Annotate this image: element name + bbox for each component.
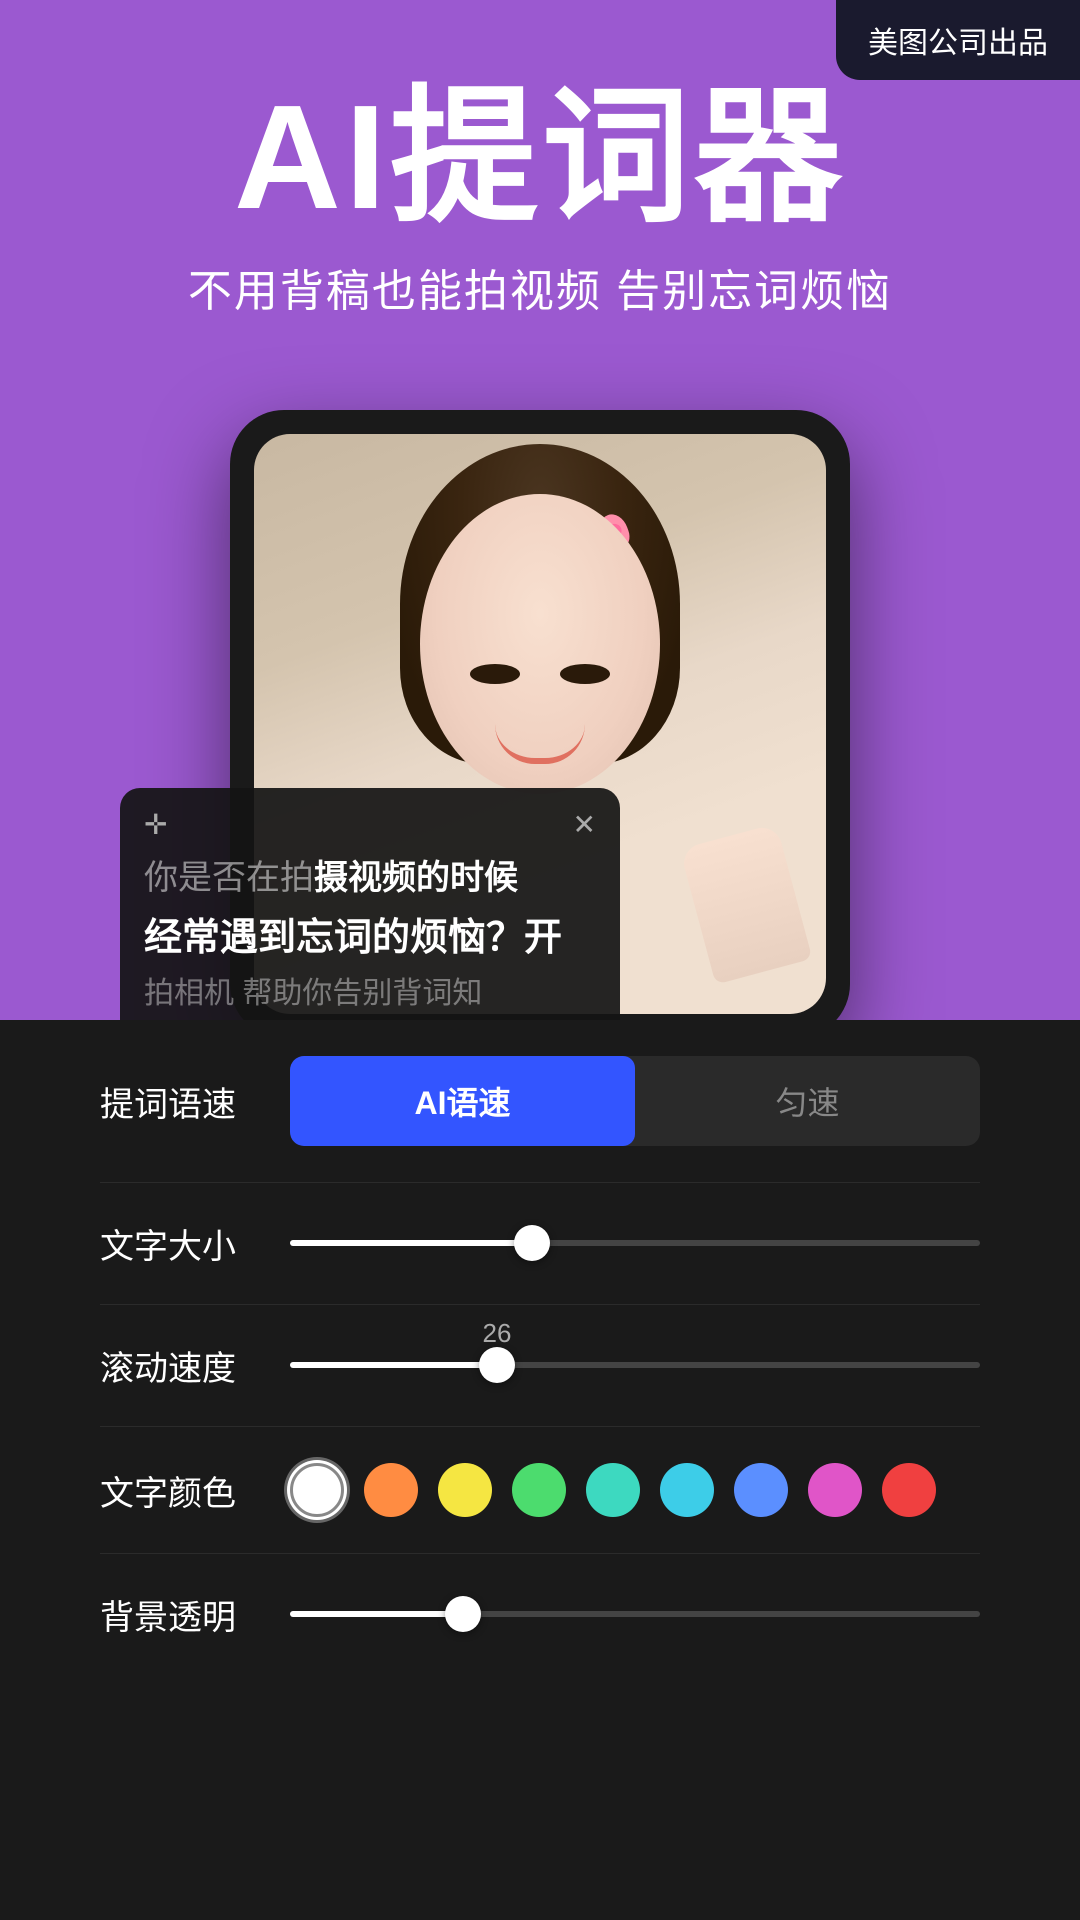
person-face [420,494,660,794]
eye-left [470,664,520,684]
close-icon[interactable]: ✕ [573,808,596,841]
hero-subtitle: 不用背稿也能拍视频 告别忘词烦恼 [40,255,1040,319]
bg-opacity-setting-row: 背景透明 [100,1554,980,1675]
bg-opacity-label: 背景透明 [100,1590,260,1639]
scroll-speed-slider[interactable]: 26 [290,1362,980,1370]
font-size-slider[interactable] [290,1240,980,1248]
color-swatch-white[interactable] [290,1463,344,1517]
brand-badge: 美图公司出品 [836,0,1080,80]
speed-uniform-button[interactable]: 匀速 [635,1056,980,1146]
color-swatch-cyan[interactable] [660,1463,714,1517]
text-color-label: 文字颜色 [100,1466,260,1515]
color-swatch-pink[interactable] [808,1463,862,1517]
slider-track [290,1240,980,1246]
text-highlight: 摄视频的时候 [314,859,518,897]
phone-device: ✛ ✕ 你是否在拍摄视频的时候 经常遇到忘词的烦恼？开 拍相机 帮助你告别背词知… [230,410,850,1038]
speed-toggle[interactable]: AI语速 匀速 [290,1056,980,1146]
color-swatch-green[interactable] [512,1463,566,1517]
smile [495,724,585,764]
eye-right [560,664,610,684]
scroll-slider-track [290,1362,980,1368]
teleprompter-text-line1: 你是否在拍摄视频的时候 [144,853,596,904]
bg-opacity-track [290,1611,980,1617]
speed-setting-row: 提词语速 AI语速 匀速 [100,1020,980,1183]
text-color-setting-row: 文字颜色 [100,1427,980,1554]
color-swatch-red[interactable] [882,1463,936,1517]
bg-opacity-slider[interactable] [290,1611,980,1619]
scroll-speed-setting-row: 滚动速度 26 [100,1305,980,1427]
slider-fill [290,1240,532,1246]
phone-mockup: ✛ ✕ 你是否在拍摄视频的时候 经常遇到忘词的烦恼？开 拍相机 帮助你告别背词知… [230,410,850,1038]
color-swatch-yellow[interactable] [438,1463,492,1517]
font-size-setting-row: 文字大小 [100,1183,980,1305]
slider-thumb[interactable] [514,1225,550,1261]
color-swatches [290,1463,980,1517]
panel-header: ✛ ✕ [144,808,596,841]
bg-opacity-thumb[interactable] [445,1596,481,1632]
bg-opacity-fill [290,1611,463,1617]
teleprompter-text-line2: 经常遇到忘词的烦恼？开 [144,912,596,965]
scroll-speed-label: 滚动速度 [100,1341,260,1390]
color-swatch-teal[interactable] [586,1463,640,1517]
scroll-slider-thumb[interactable] [479,1347,515,1383]
hero-title: AI提词器 [40,80,1040,235]
teleprompter-text-line3: 拍相机 帮助你告别背词知 [144,973,596,1015]
speed-label: 提词语速 [100,1077,260,1126]
color-swatch-blue[interactable] [734,1463,788,1517]
speed-ai-button[interactable]: AI语速 [290,1056,635,1146]
hand [680,823,813,984]
hero-section: AI提词器 不用背稿也能拍视频 告别忘词烦恼 [0,80,1080,319]
scroll-slider-fill [290,1362,497,1368]
move-icon[interactable]: ✛ [144,808,167,841]
color-swatch-orange[interactable] [364,1463,418,1517]
scroll-speed-value: 26 [483,1318,512,1349]
text-normal: 你是否在拍 [144,859,314,897]
settings-panel: 提词语速 AI语速 匀速 文字大小 滚动速度 26 [40,1020,1040,1675]
font-size-label: 文字大小 [100,1219,260,1268]
